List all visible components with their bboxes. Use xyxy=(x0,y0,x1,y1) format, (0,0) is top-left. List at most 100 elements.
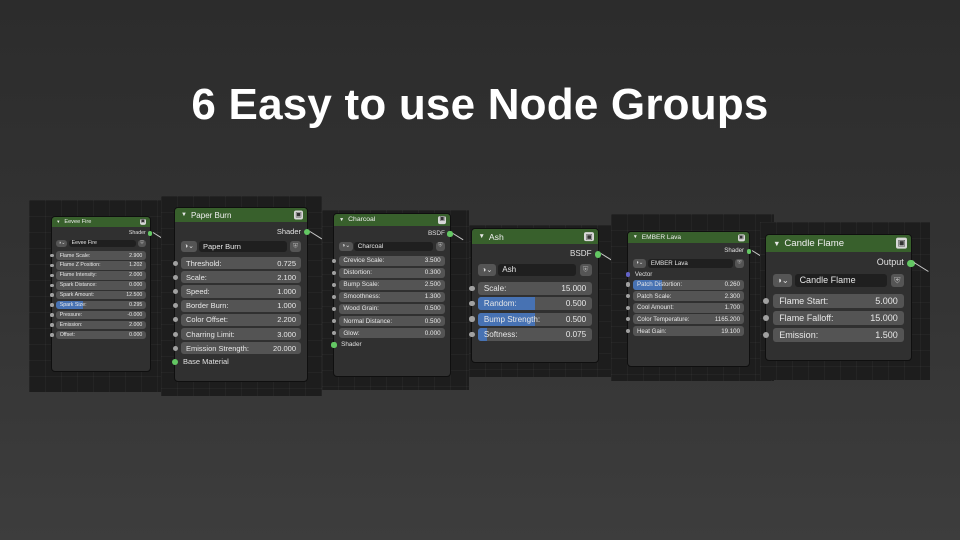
node-tree-icon[interactable]: ◑⌄ xyxy=(339,241,353,251)
node-tree-icon[interactable]: ◑⌄ xyxy=(56,239,68,248)
input-field[interactable]: Bump Strength: 0.500 xyxy=(469,312,592,326)
fake-user-shield-icon[interactable]: ⛨ xyxy=(735,258,745,268)
collapse-triangle-icon[interactable]: ▼ xyxy=(181,212,187,218)
input-socket[interactable] xyxy=(50,273,54,278)
node-group[interactable]: ▼ Paper Burn ▣ Shader ◑⌄ Paper Burn ⛨ Threshold… xyxy=(172,207,310,382)
input-field[interactable]: Emission Strength: 20.000 xyxy=(172,342,301,355)
shader-input-socket[interactable] xyxy=(172,359,178,366)
node-group-selector[interactable]: ◑⌄ EMBER Lava ⛨ xyxy=(628,258,749,268)
input-socket[interactable] xyxy=(331,258,337,263)
input-socket[interactable] xyxy=(50,303,54,307)
input-socket[interactable] xyxy=(331,318,337,324)
input-socket[interactable] xyxy=(172,274,178,280)
fake-user-shield-icon[interactable]: ⛨ xyxy=(890,273,904,288)
node-group-icon[interactable]: ▣ xyxy=(139,218,146,226)
input-field[interactable]: Flame Start: 5.000 xyxy=(763,293,904,309)
input-field[interactable]: Flame Scale: 2.900 xyxy=(50,251,146,260)
input-socket[interactable] xyxy=(763,332,769,339)
input-field[interactable]: Offset: 0.000 xyxy=(50,330,146,340)
input-field[interactable]: Speed: 1.000 xyxy=(172,285,301,298)
input-field[interactable]: Spark Amount: 12.500 xyxy=(50,290,146,300)
node-header[interactable]: ▼ Charcoal ▣ xyxy=(334,214,450,226)
node-group-selector[interactable]: ◑⌄ Candle Flame ⛨ xyxy=(766,273,911,288)
node-group-selector[interactable]: ◑⌄ Eevee Fire ⛨ xyxy=(52,239,150,248)
input-socket[interactable] xyxy=(331,294,337,300)
node-group[interactable]: ▼ EMBER Lava ▣ Shader ◑⌄ EMBER Lava ⛨ Vector Pat… xyxy=(625,231,752,367)
node-group-selector[interactable]: ◑⌄ Charcoal ⛨ xyxy=(334,241,450,251)
input-socket[interactable] xyxy=(50,313,54,317)
node-group-name-field[interactable]: Eevee Fire xyxy=(68,239,137,248)
input-field[interactable]: Scale: 15.000 xyxy=(469,281,592,296)
node-group-selector[interactable]: ◑⌄ Paper Burn ⛨ xyxy=(175,240,307,252)
input-socket[interactable] xyxy=(331,330,337,336)
node-group-icon[interactable]: ▣ xyxy=(737,234,745,242)
input-field[interactable]: Pressure: -0.000 xyxy=(50,310,146,320)
input-socket[interactable] xyxy=(469,316,475,322)
input-field[interactable]: Color Offset: 2.200 xyxy=(172,313,301,326)
input-socket[interactable] xyxy=(50,333,54,337)
input-field[interactable]: Emission: 2.000 xyxy=(50,320,146,330)
input-socket[interactable] xyxy=(50,263,54,268)
vector-input-socket[interactable] xyxy=(625,272,631,278)
input-socket[interactable] xyxy=(50,283,54,288)
node-header[interactable]: ▼ Eevee Fire ▣ xyxy=(52,217,150,227)
input-field[interactable]: Crevice Scale: 3.500 xyxy=(331,255,445,266)
fake-user-shield-icon[interactable]: ⛨ xyxy=(579,264,592,276)
input-socket[interactable] xyxy=(625,305,631,310)
input-field[interactable]: Softness: 0.075 xyxy=(469,327,592,342)
node-group-icon[interactable]: ▣ xyxy=(584,231,594,242)
input-socket[interactable] xyxy=(331,282,337,287)
input-field[interactable]: Emission: 1.500 xyxy=(763,327,904,343)
input-socket[interactable] xyxy=(625,328,631,334)
input-field[interactable]: Glow: 0.000 xyxy=(331,327,445,339)
input-socket[interactable] xyxy=(331,306,337,312)
collapse-triangle-icon[interactable]: ▼ xyxy=(633,235,638,240)
input-field[interactable]: Flame Falloff: 15.000 xyxy=(763,310,904,326)
input-socket[interactable] xyxy=(172,331,178,337)
fake-user-shield-icon[interactable]: ⛨ xyxy=(138,239,146,248)
input-field[interactable]: Border Burn: 1.000 xyxy=(172,299,301,312)
input-socket[interactable] xyxy=(763,298,769,305)
node-group-icon[interactable]: ▣ xyxy=(896,237,907,249)
input-field[interactable]: Bump Scale: 2.500 xyxy=(331,279,445,291)
node-tree-icon[interactable]: ◑⌄ xyxy=(478,264,496,276)
node-group-name-field[interactable]: Ash xyxy=(497,264,577,276)
input-socket[interactable] xyxy=(469,331,475,338)
input-socket[interactable] xyxy=(625,294,631,299)
input-field[interactable]: Flame Z Position: 1.202 xyxy=(50,261,146,270)
node-tree-icon[interactable]: ◑⌄ xyxy=(632,258,647,268)
input-field[interactable]: Cool Amount: 1.700 xyxy=(625,302,745,313)
input-field[interactable]: Color Temperature: 1165.200 xyxy=(625,314,745,325)
collapse-triangle-icon[interactable]: ▼ xyxy=(478,233,484,240)
input-socket[interactable] xyxy=(172,260,178,266)
collapse-triangle-icon[interactable]: ▼ xyxy=(773,239,780,248)
node-group-name-field[interactable]: Candle Flame xyxy=(794,273,888,288)
input-socket[interactable] xyxy=(172,303,178,309)
input-field[interactable]: Spark Size: 0.295 xyxy=(50,300,146,310)
input-field[interactable]: Heat Gain: 19.100 xyxy=(625,326,745,336)
input-field[interactable]: Random: 0.500 xyxy=(469,297,592,311)
input-socket[interactable] xyxy=(331,270,337,275)
output-socket[interactable] xyxy=(147,231,153,236)
input-field[interactable]: Distortion: 0.300 xyxy=(331,267,445,279)
node-group-name-field[interactable]: EMBER Lava xyxy=(647,258,733,268)
fake-user-shield-icon[interactable]: ⛨ xyxy=(290,240,301,252)
input-socket[interactable] xyxy=(763,315,769,322)
input-socket[interactable] xyxy=(625,317,631,322)
output-socket[interactable] xyxy=(447,231,453,237)
node-tree-icon[interactable]: ◑⌄ xyxy=(773,273,793,288)
output-socket[interactable] xyxy=(594,251,602,258)
node-group[interactable]: ▼ Charcoal ▣ BSDF ◑⌄ Charcoal ⛨ Crevice Scale: 3… xyxy=(331,213,453,377)
node-group-name-field[interactable]: Charcoal xyxy=(354,241,434,251)
node-group[interactable]: ▼ Candle Flame ▣ Output ◑⌄ Candle Flame ⛨ Flame… xyxy=(763,234,915,361)
input-field[interactable]: Wood Grain: 0.500 xyxy=(331,303,445,315)
output-socket[interactable] xyxy=(746,248,752,254)
input-socket[interactable] xyxy=(172,288,178,294)
shader-input-socket[interactable] xyxy=(331,342,337,348)
input-socket[interactable] xyxy=(50,293,54,297)
fake-user-shield-icon[interactable]: ⛨ xyxy=(435,241,445,251)
node-header[interactable]: ▼ Candle Flame ▣ xyxy=(766,235,911,252)
node-group-icon[interactable]: ▣ xyxy=(294,210,303,220)
input-socket[interactable] xyxy=(172,317,178,323)
input-field[interactable]: Patch Distortion: 0.260 xyxy=(625,279,745,290)
